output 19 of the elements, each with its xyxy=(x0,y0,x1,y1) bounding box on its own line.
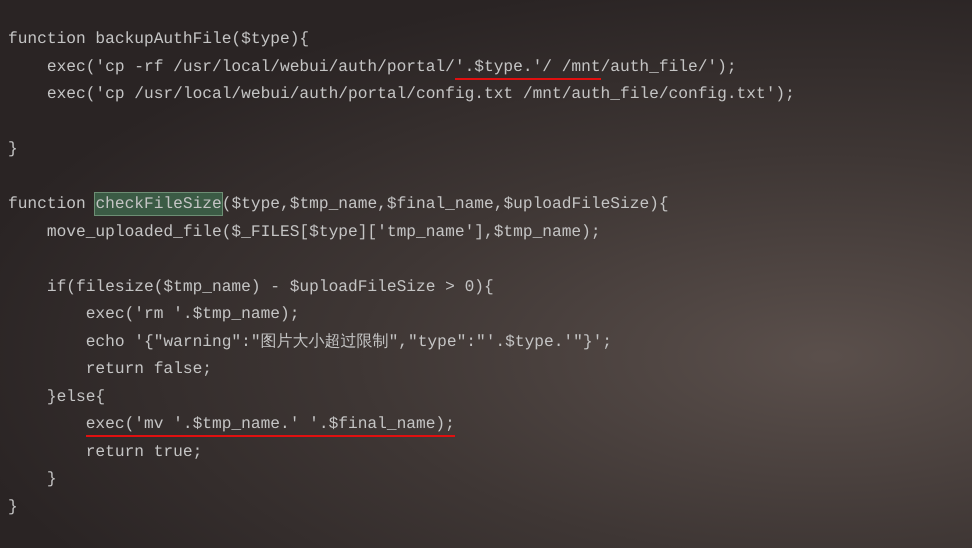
underlined-code: '.$type.'/ /mnt xyxy=(454,56,601,80)
code-text: ($type,$tmp_name,$final_name,$uploadFileSize){ xyxy=(222,194,669,215)
code-text: } xyxy=(8,496,18,518)
code-text: exec('cp -rf /usr/local/webui/auth/portal/ xyxy=(46,56,455,78)
underlined-code: exec('mv '.$tmp_name.' '.$final_name); xyxy=(86,413,455,437)
code-text: } xyxy=(8,139,18,160)
code-text: if(filesize($tmp_name) - $uploadFileSize > 0){ xyxy=(46,276,494,298)
code-text: move_uploaded_file($_FILES[$type]['tmp_name'],$tmp_name); xyxy=(46,222,601,242)
code-text: }else{ xyxy=(46,386,106,408)
code-text: echo '{"warning":"图片大小超过限制","type":"'.$type.'"}'; xyxy=(86,332,612,352)
code-text: exec('rm '.$tmp_name); xyxy=(86,304,300,325)
code-text: return false; xyxy=(86,359,212,380)
code-text: exec('cp /usr/local/webui/auth/portal/config.txt /mnt/auth_file/config.txt'); xyxy=(46,84,795,105)
code-text: function backupAuthFile($type){ xyxy=(8,29,310,50)
code-text: function xyxy=(8,194,87,215)
code-text: } xyxy=(46,469,57,490)
code-text: /auth_file/'); xyxy=(600,56,737,78)
highlighted-code: checkFileSize xyxy=(95,193,222,215)
code-text: return true; xyxy=(86,442,202,462)
